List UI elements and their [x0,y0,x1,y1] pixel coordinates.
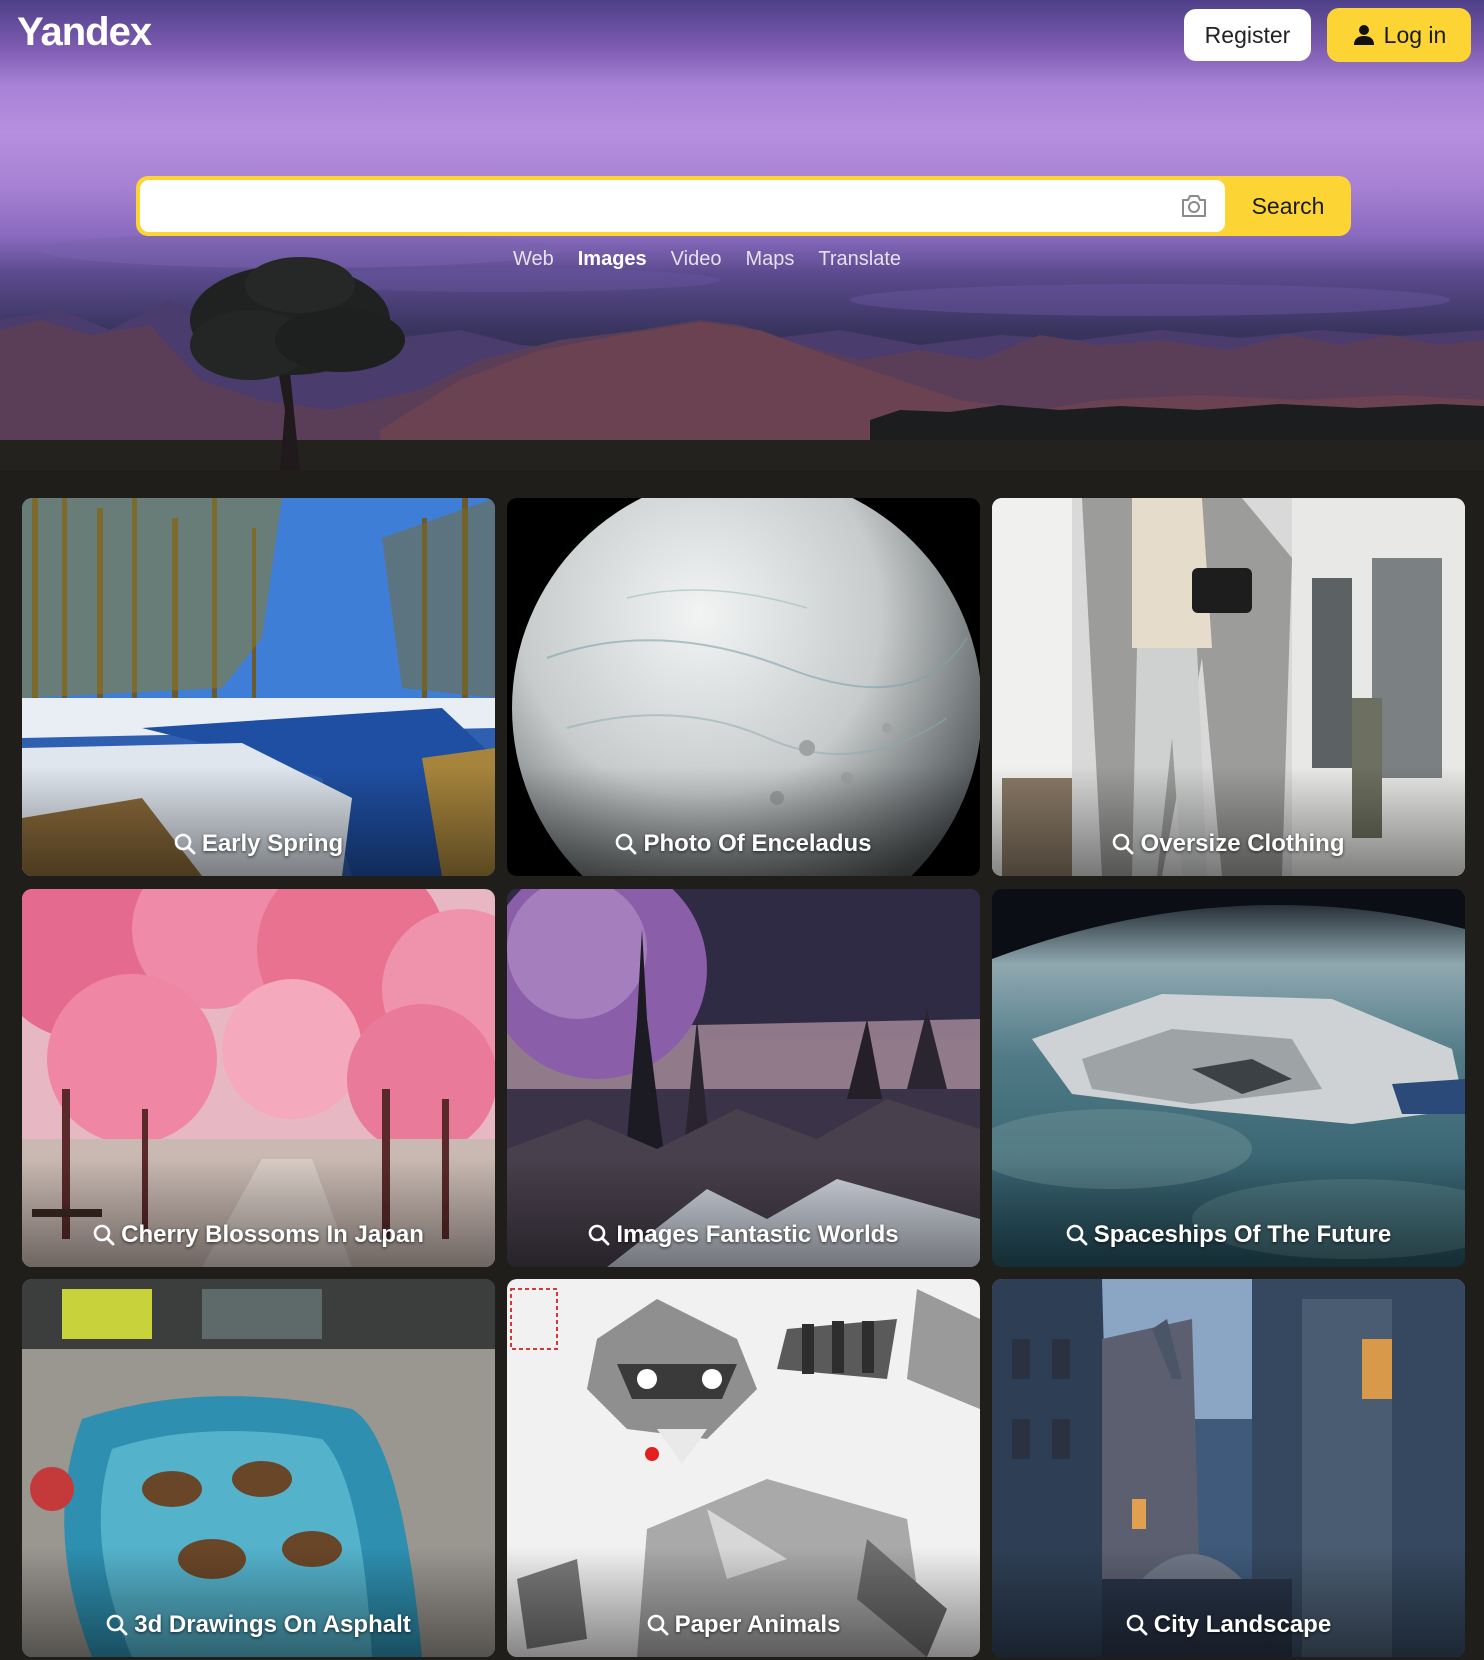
search-icon [1113,833,1134,855]
search-icon [93,1224,115,1246]
collection-tile-early-spring[interactable]: Early Spring [22,498,495,876]
search-type-tabs: Web Images Video Maps Translate [0,248,1449,271]
search-bar: Search [136,176,1351,236]
collection-tile-3d-drawings-on-asphalt[interactable]: 3d Drawings On Asphalt [22,1279,495,1657]
tile-caption: 3d Drawings On Asphalt [22,1611,495,1639]
collection-tile-images-fantastic-worlds[interactable]: Images Fantastic Worlds [507,889,980,1267]
tile-caption: Cherry Blossoms In Japan [22,1221,495,1249]
tile-caption: Photo Of Enceladus [507,830,980,858]
tile-caption: Paper Animals [507,1611,980,1639]
collection-tile-cherry-blossoms-in-japan[interactable]: Cherry Blossoms In Japan [22,889,495,1267]
tab-images[interactable]: Images [578,248,647,271]
user-icon [1353,25,1374,45]
collection-tile-spaceships-of-the-future[interactable]: Spaceships Of The Future [992,889,1465,1267]
login-button-label: Log in [1383,21,1447,48]
collection-tile-paper-animals[interactable]: Paper Animals [507,1279,980,1657]
tile-caption: City Landscape [992,1611,1465,1639]
camera-icon[interactable] [1174,186,1214,226]
search-input[interactable] [140,180,1225,232]
collection-tile-oversize-clothing[interactable]: Oversize Clothing [992,498,1465,876]
tile-caption-text: Paper Animals [674,1611,841,1638]
search-icon [174,833,196,855]
search-icon [1126,1614,1148,1636]
collection-tile-photo-of-enceladus[interactable]: Photo Of Enceladus [507,498,980,876]
login-button[interactable]: Log in [1327,8,1471,62]
search-icon [616,833,637,855]
search-button[interactable]: Search [1225,176,1351,236]
tab-translate[interactable]: Translate [818,248,901,271]
search-icon [647,1614,668,1636]
tile-caption: Oversize Clothing [992,830,1465,858]
tile-caption-text: Oversize Clothing [1140,830,1345,857]
tile-caption-text: 3d Drawings On Asphalt [134,1611,411,1638]
tile-caption-text: Spaceships Of The Future [1093,1221,1392,1248]
tile-caption: Early Spring [22,830,495,858]
collection-tile-city-landscape[interactable]: City Landscape [992,1279,1465,1657]
tile-caption-text: Photo Of Enceladus [643,830,872,857]
search-icon [106,1614,128,1636]
hero-banner: Yandex Register Log in Search Web Images… [0,0,1484,470]
tile-caption-text: Early Spring [201,830,344,857]
tile-caption: Spaceships Of The Future [992,1221,1465,1249]
tab-web[interactable]: Web [513,248,554,271]
tile-caption: Images Fantastic Worlds [507,1221,980,1249]
tab-maps[interactable]: Maps [745,248,794,271]
search-icon [1066,1224,1088,1246]
register-button[interactable]: Register [1184,9,1311,61]
tile-caption-text: Images Fantastic Worlds [616,1221,899,1248]
tile-caption-text: Cherry Blossoms In Japan [121,1221,424,1248]
tab-video[interactable]: Video [671,248,722,271]
search-icon [589,1224,610,1246]
tile-caption-text: City Landscape [1153,1611,1332,1638]
yandex-logo[interactable]: Yandex [17,10,152,55]
